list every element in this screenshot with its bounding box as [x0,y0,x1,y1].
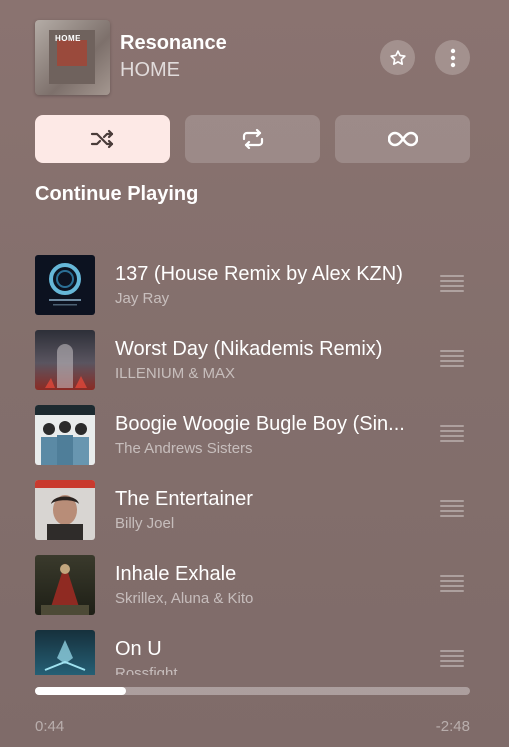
track-artist: Billy Joel [115,515,175,532]
shuffle-icon [90,129,113,149]
reorder-handle-icon[interactable] [440,500,464,518]
section-title: Continue Playing [35,183,199,205]
track-artwork [35,480,95,540]
favorite-button[interactable] [380,40,415,75]
playback-modes [35,115,470,163]
infinity-icon [387,131,418,147]
track-title: 137 (House Remix by Alex KZN) [115,263,403,285]
elapsed-time: 0:44 [35,718,65,735]
reorder-handle-icon[interactable] [440,275,464,293]
track-artwork [35,330,95,390]
progress-fill [35,687,127,695]
queue-item[interactable]: Inhale Exhale Skrillex, Aluna & Kito [35,555,475,615]
more-options-button[interactable] [435,40,470,75]
reorder-handle-icon[interactable] [440,350,464,368]
repeat-button[interactable] [185,115,320,163]
infinity-button[interactable] [335,115,470,163]
track-artwork [35,630,95,675]
artwork-window [57,40,87,66]
queue-item[interactable]: Worst Day (Nikademis Remix) ILLENIUM & M… [35,330,475,390]
reorder-handle-icon[interactable] [440,650,464,668]
reorder-handle-icon[interactable] [440,575,464,593]
track-artist: Skrillex, Aluna & Kito [115,590,254,607]
queue-item[interactable]: 137 (House Remix by Alex KZN) Jay Ray [35,255,475,315]
track-artist: The Andrews Sisters [115,440,253,457]
track-title: Worst Day (Nikademis Remix) [115,338,383,360]
star-icon [389,49,406,65]
more-vertical-icon [450,48,455,67]
now-playing-artist[interactable]: HOME [120,59,180,82]
track-artist: Rossfight [115,665,178,675]
track-title: Inhale Exhale [115,563,237,585]
now-playing-title[interactable]: Resonance [120,32,227,55]
now-playing-artwork[interactable]: HOME [35,20,110,95]
remaining-time: -2:48 [435,718,470,735]
track-title: On U [115,638,162,660]
queue-item[interactable]: On U Rossfight [35,630,475,675]
queue-item[interactable]: The Entertainer Billy Joel [35,480,475,540]
artwork-sign: HOME [55,34,81,43]
track-title: The Entertainer [115,488,253,510]
track-artwork [35,555,95,615]
track-artwork [35,255,95,315]
now-playing: HOME Resonance HOME [35,20,475,96]
track-title: Boogie Woogie Bugle Boy (Sin... [115,413,405,435]
track-artist: Jay Ray [115,290,170,307]
queue-list[interactable]: 137 (House Remix by Alex KZN) Jay Ray Wo… [35,255,475,675]
reorder-handle-icon[interactable] [440,425,464,443]
repeat-icon [242,129,263,149]
queue-item[interactable]: Boogie Woogie Bugle Boy (Sin... The Andr… [35,405,475,465]
progress-bar[interactable] [35,687,470,695]
track-artwork [35,405,95,465]
shuffle-button[interactable] [35,115,170,163]
track-artist: ILLENIUM & MAX [115,365,236,382]
